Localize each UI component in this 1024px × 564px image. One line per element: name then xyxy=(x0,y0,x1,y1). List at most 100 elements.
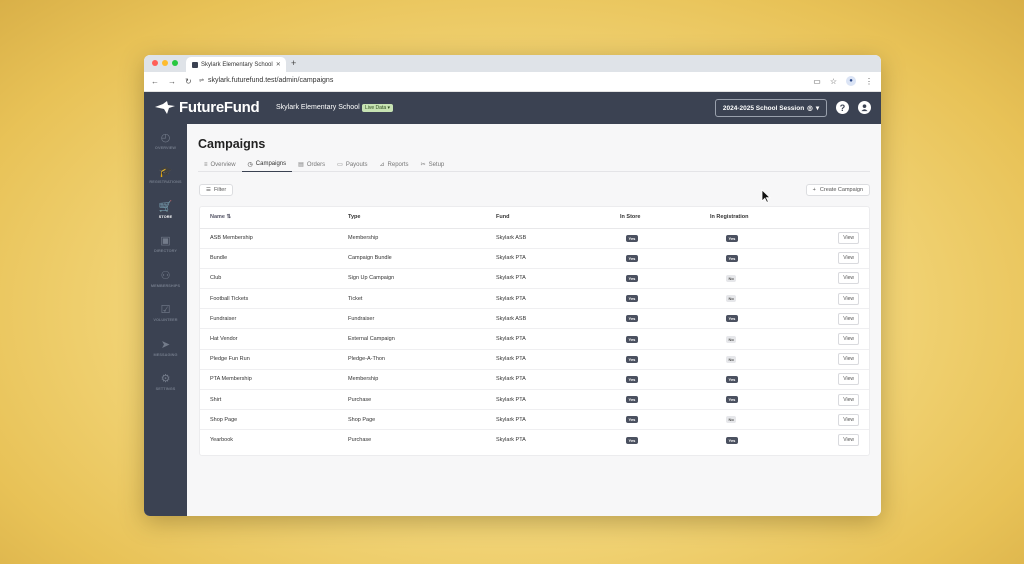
campaign-fund-cell: Skylark PTA xyxy=(486,248,610,269)
campaign-type-cell: Membership xyxy=(338,369,486,391)
tab-label: Overview xyxy=(210,161,236,168)
view-button[interactable]: View xyxy=(838,232,859,245)
create-campaign-button[interactable]: + Create Campaign xyxy=(805,184,870,196)
in-registration-badge: Yes xyxy=(726,254,738,262)
back-icon[interactable]: ← xyxy=(151,77,159,86)
close-window-button[interactable] xyxy=(152,60,158,66)
view-button[interactable]: View xyxy=(838,272,859,285)
table-row: ASB Membership Membership Skylark ASB Yes Ye… xyxy=(200,228,869,249)
actions-cell: View xyxy=(810,409,869,431)
sidebar-item-directory[interactable]: ▣ DIRECTORY xyxy=(144,228,187,263)
in-registration-cell: No xyxy=(700,268,810,290)
site-info-icon[interactable]: ⇌ xyxy=(199,77,204,84)
campaign-fund-cell: Skylark PTA xyxy=(486,268,610,290)
table-row: Pledge Fun Run Pledge-A-Thon Skylark PTA Ye… xyxy=(200,349,869,370)
campaign-fund-cell: Skylark PTA xyxy=(496,437,526,444)
bookmark-star-icon[interactable]: ☆ xyxy=(830,77,837,86)
sidebar-item-overview[interactable]: ◴ OVERVIEW xyxy=(144,124,187,159)
maximize-window-button[interactable] xyxy=(172,60,178,66)
check-circle-icon: ◎ xyxy=(807,105,813,112)
tab-overview-icon: ≡ xyxy=(204,161,208,168)
browser-profile-icon[interactable]: ● xyxy=(846,76,856,86)
campaign-type-cell: Pledge-A-Thon xyxy=(338,349,486,370)
campaign-fund-cell: Skylark PTA xyxy=(486,328,610,350)
sidebar-item-registrations[interactable]: 🎓 REGISTRATIONS xyxy=(144,159,187,194)
sidebar-item-volunteer[interactable]: ☑ VOLUNTEER xyxy=(144,297,187,332)
view-button[interactable]: View xyxy=(838,292,859,305)
sidebar-item-settings[interactable]: ⚙ SETTINGS xyxy=(144,366,187,401)
close-tab-icon[interactable]: ✕ xyxy=(276,61,281,68)
campaign-name-cell: Hat Vendor xyxy=(200,328,338,350)
sidebar-item-messaging[interactable]: ➤ MESSAGING xyxy=(144,331,187,366)
campaign-type-cell: Purchase xyxy=(338,389,486,411)
view-button[interactable]: View xyxy=(838,353,859,366)
tab-label: Campaigns xyxy=(255,161,287,167)
school-name: Skylark Elementary School xyxy=(276,104,360,111)
new-tab-icon[interactable]: + xyxy=(291,58,296,68)
campaign-type-cell: Purchase xyxy=(348,437,372,444)
url-field[interactable]: ⇌ skylark.futurefund.test/admin/campaign… xyxy=(199,77,333,84)
sidebar-item-memberships[interactable]: ⚇ MEMBERSHIPS xyxy=(144,262,187,297)
tab-orders[interactable]: ▤ Orders xyxy=(292,157,331,172)
view-button[interactable]: View xyxy=(838,333,859,346)
tab-overview[interactable]: ≡ Overview xyxy=(198,157,242,172)
in-registration-cell: No xyxy=(700,409,810,431)
actions-cell: View xyxy=(810,430,869,450)
in-store-badge: Yes xyxy=(626,234,638,242)
view-button[interactable]: View xyxy=(838,312,859,325)
view-button[interactable]: View xyxy=(838,413,859,426)
tab-label: Payouts xyxy=(345,161,368,168)
table-row: Bundle Campaign Bundle Skylark PTA Yes Yes Vi… xyxy=(200,248,869,269)
campaign-type-cell: Membership xyxy=(338,228,486,249)
in-registration-badge: No xyxy=(726,355,737,363)
tab-reports[interactable]: ⊿ Reports xyxy=(374,157,415,172)
table-row: Yearbook Purchase Skylark PTA Yes Yes View xyxy=(200,430,869,450)
campaign-type-cell: External Campaign xyxy=(338,328,486,350)
filter-button[interactable]: ☰ Filter xyxy=(199,184,234,196)
browser-menu-icon[interactable]: ⋮ xyxy=(865,77,873,86)
in-store-cell: Yes xyxy=(610,228,700,249)
campaign-name-cell: PTA Membership xyxy=(200,369,338,391)
reload-icon[interactable]: ↻ xyxy=(185,77,192,86)
name-column-header[interactable]: Name ⇅ xyxy=(200,207,338,229)
sidebar-item-label: SETTINGS xyxy=(155,387,176,392)
user-avatar-icon[interactable] xyxy=(858,101,871,114)
table-row: Shirt Purchase Skylark PTA Yes Yes View xyxy=(200,389,869,411)
minimize-window-button[interactable] xyxy=(162,60,168,66)
mouse-cursor-icon xyxy=(761,189,771,203)
cast-icon[interactable]: ▭ xyxy=(813,77,821,86)
view-button[interactable]: View xyxy=(838,434,859,447)
in-registration-badge: Yes xyxy=(726,234,738,242)
in-store-badge: Yes xyxy=(626,396,638,404)
paper-plane-icon: ➤ xyxy=(160,338,171,351)
actions-cell: View xyxy=(810,228,869,249)
campaign-fund-cell: Skylark ASB xyxy=(486,228,610,249)
sidebar-item-label: MESSAGING xyxy=(153,352,178,357)
in-registration-badge: Yes xyxy=(726,396,738,404)
sidebar: ◴ OVERVIEW 🎓 REGISTRATIONS 🛒 STORE ▣ DIRECTORY ⚇… xyxy=(144,124,187,516)
actions-cell: View xyxy=(810,288,869,310)
forward-icon[interactable]: → xyxy=(168,77,176,86)
actions-cell: View xyxy=(810,268,869,290)
name-header-label: Name xyxy=(210,214,225,221)
browser-tab-title: Skylark Elementary School xyxy=(201,61,273,68)
tab-label: Reports xyxy=(387,161,409,168)
futurefund-logo[interactable]: FutureFund xyxy=(155,99,260,116)
campaign-name-cell: Shop Page xyxy=(200,409,338,431)
sidebar-item-store[interactable]: 🛒 STORE xyxy=(144,193,187,228)
in-registration-cell: Yes xyxy=(700,228,810,249)
tab-payouts[interactable]: ▭ Payouts xyxy=(331,157,373,172)
help-icon[interactable]: ? xyxy=(836,101,849,114)
tab-setup[interactable]: ✂ Setup xyxy=(415,157,451,172)
view-button[interactable]: View xyxy=(838,393,859,406)
browser-tab[interactable]: Skylark Elementary School ✕ xyxy=(186,57,286,72)
table-row: Shop Page Shop Page Skylark PTA Yes No View xyxy=(200,409,869,431)
live-data-badge[interactable]: Live Data ▾ xyxy=(362,104,394,112)
view-button[interactable]: View xyxy=(838,252,859,265)
sidebar-item-label: STORE xyxy=(158,214,173,219)
in-registration-badge: No xyxy=(726,335,737,343)
view-button[interactable]: View xyxy=(838,373,859,386)
in-store-cell: Yes xyxy=(610,248,700,269)
tab-campaigns[interactable]: ◷ Campaigns xyxy=(241,157,293,172)
session-select[interactable]: 2024-2025 School Session ◎ ▾ xyxy=(715,99,827,117)
